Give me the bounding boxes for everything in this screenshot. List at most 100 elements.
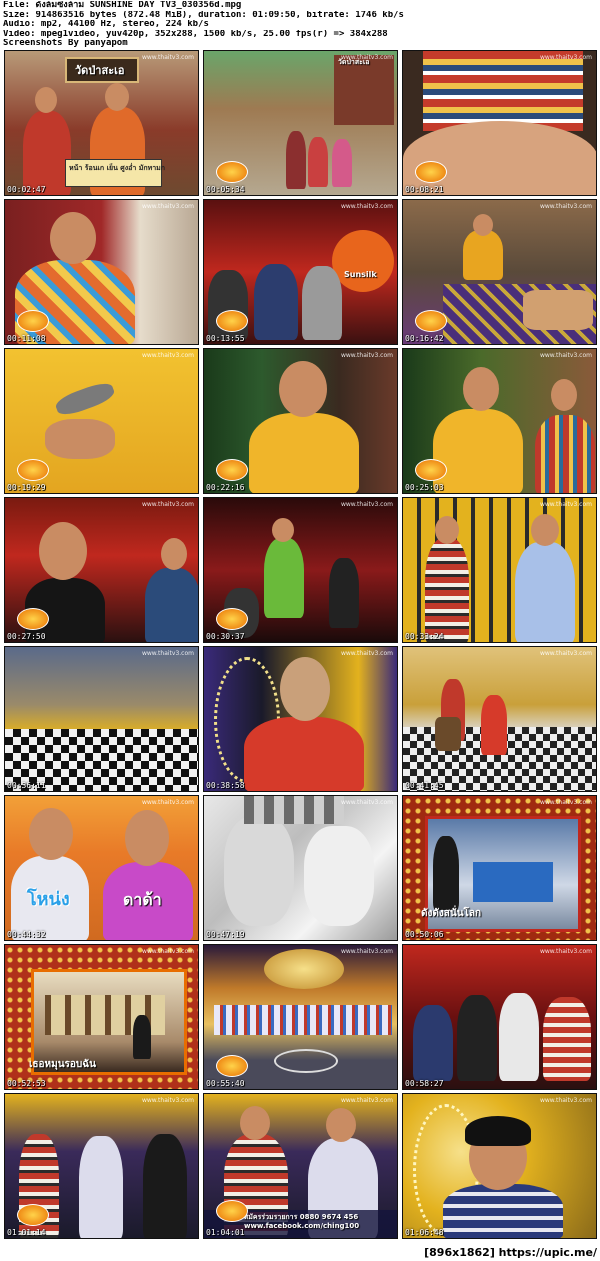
thumbnail[interactable]: www.thaitv3.com 00:33:24 [402,497,597,643]
sunshine-badge [17,608,49,630]
timestamp: 00:44:32 [7,930,46,939]
thumbnail[interactable]: www.thaitv3.com 00:22:16 [203,348,398,494]
sunshine-badge [415,310,447,332]
timestamp: 00:11:08 [7,334,46,343]
channel-logo: www.thaitv3.com [141,501,194,508]
channel-logo: www.thaitv3.com [539,501,592,508]
sunshine-badge [216,310,248,332]
channel-logo: www.thaitv3.com [340,799,393,806]
channel-logo: www.thaitv3.com [539,203,592,210]
timestamp: 01:04:01 [206,1228,245,1237]
facebook-caption: www.facebook.com/ching100 [244,1222,360,1230]
temple-sign: วัดป่าสะเอ [75,64,125,77]
sunshine-badge [415,161,447,183]
timestamp: 00:19:29 [7,483,46,492]
timestamp: 00:33:24 [405,632,444,641]
sunshine-badge [17,459,49,481]
thumbnail[interactable]: www.thaitv3.com 00:38:58 [203,646,398,792]
thumbnail[interactable]: www.thaitv3.com 00:25:03 [402,348,597,494]
name-caption: โหน่ง [27,889,70,910]
sunshine-badge [415,459,447,481]
thumbnail[interactable]: www.thaitv3.com 00:08:21 [402,50,597,196]
channel-logo: www.thaitv3.com [141,203,194,210]
thumbnail[interactable]: วัดป่าสะเอ www.thaitv3.com 00:05:34 [203,50,398,196]
thumbnail[interactable]: สมัครร่วมรายการ 0880 9674 456 www.facebo… [203,1093,398,1239]
name-caption: ดาด้า [123,890,162,909]
timestamp: 00:22:16 [206,483,245,492]
thumbnail[interactable]: โหน่ง ดาด้า www.thaitv3.com 00:44:32 [4,795,199,941]
channel-logo: www.thaitv3.com [141,1097,194,1104]
timestamp: 01:01:14 [7,1228,46,1237]
channel-logo: www.thaitv3.com [340,203,393,210]
thumbnail[interactable]: Sunsilk www.thaitv3.com 00:13:55 [203,199,398,345]
audio-info-line: Audio: mp2, 44100 Hz, stereo, 224 kb/s [3,20,209,30]
timestamp: 00:50:06 [405,930,444,939]
sunshine-badge [17,310,49,332]
timestamp: 00:13:55 [206,334,245,343]
timestamp: 01:06:48 [405,1228,444,1237]
timestamp: 00:47:19 [206,930,245,939]
sunshine-badge [216,608,248,630]
channel-logo: www.thaitv3.com [141,352,194,359]
sunshine-badge [216,161,248,183]
thumbnail[interactable]: วัดป่าสะเอ หน้า ร้อนเก เย็น ศูงอ่ำ มักทา… [4,50,199,196]
channel-logo: www.thaitv3.com [141,54,194,61]
video-info-line: Video: mpeg1video, yuv420p, 352x288, 150… [3,29,388,39]
timestamp: 00:41:45 [405,781,444,790]
channel-logo: www.thaitv3.com [340,54,393,61]
thumbnail[interactable]: www.thaitv3.com 00:19:29 [4,348,199,494]
channel-logo: www.thaitv3.com [141,799,194,806]
thumbnail[interactable]: www.thaitv3.com 00:58:27 [402,944,597,1090]
channel-logo: www.thaitv3.com [539,799,592,806]
timestamp: 00:30:37 [206,632,245,641]
thumbnail[interactable]: ดังดังสนั่นโลก www.thaitv3.com 00:50:06 [402,795,597,941]
sunshine-badge [17,1204,49,1226]
timestamp: 00:27:50 [7,632,46,641]
thumbnail[interactable]: www.thaitv3.com 00:36:11 [4,646,199,792]
thumbnail[interactable]: www.thaitv3.com 00:41:45 [402,646,597,792]
channel-logo: www.thaitv3.com [340,948,393,955]
channel-logo: www.thaitv3.com [340,352,393,359]
channel-logo: www.thaitv3.com [539,948,592,955]
channel-logo: www.thaitv3.com [340,501,393,508]
channel-logo: www.thaitv3.com [340,1097,393,1104]
timestamp: 00:25:03 [405,483,444,492]
file-size-line: Size: 914863516 bytes (872.48 MiB), dura… [3,10,404,20]
thumbnail[interactable]: www.thaitv3.com 00:11:08 [4,199,199,345]
channel-logo: www.thaitv3.com [539,352,592,359]
credit-line: Screenshots By panyapom [3,39,128,49]
timestamp: 00:52:53 [7,1079,46,1088]
timestamp: 00:58:27 [405,1079,444,1088]
thumbnail-grid: วัดป่าสะเอ หน้า ร้อนเก เย็น ศูงอ่ำ มักทา… [4,50,598,1239]
channel-logo: www.thaitv3.com [539,1097,592,1104]
thumbnail[interactable]: www.thaitv3.com 00:27:50 [4,497,199,643]
timestamp: 00:16:42 [405,334,444,343]
upload-watermark: [896x1862] https://upic.me/ [424,1246,597,1259]
timestamp: 00:02:47 [7,185,46,194]
timestamp: 00:05:34 [206,185,245,194]
channel-logo: www.thaitv3.com [539,54,592,61]
channel-logo: www.thaitv3.com [141,948,194,955]
channel-logo: www.thaitv3.com [340,650,393,657]
timestamp: 00:36:11 [7,781,46,790]
sunshine-badge [216,459,248,481]
thumbnail[interactable]: www.thaitv3.com 01:01:14 [4,1093,199,1239]
timestamp: 00:08:21 [405,185,444,194]
song-caption: ดังดังสนั่นโลก [421,908,482,919]
sunsilk-logo: Sunsilk [344,270,377,279]
song-caption: เธอหมุนรอบฉัน [29,1059,96,1070]
file-name-line: File: ดังล้มซึงล้าม SUNSHINE DAY TV3_030… [3,1,242,10]
thumbnail[interactable]: www.thaitv3.com 00:47:19 [203,795,398,941]
thumbnail[interactable]: www.thaitv3.com 00:55:40 [203,944,398,1090]
timestamp: 00:55:40 [206,1079,245,1088]
held-sign: หน้า ร้อนเก เย็น ศูงอ่ำ มักทามก [69,164,165,172]
thumbnail[interactable]: เธอหมุนรอบฉัน www.thaitv3.com 00:52:53 [4,944,199,1090]
sunshine-badge [216,1200,248,1222]
file-info-header: File: ดังล้มซึงล้าม SUNSHINE DAY TV3_030… [3,1,597,49]
timestamp: 00:38:58 [206,781,245,790]
thumbnail[interactable]: www.thaitv3.com 01:06:48 [402,1093,597,1239]
channel-logo: www.thaitv3.com [141,650,194,657]
thumbnail[interactable]: www.thaitv3.com 00:16:42 [402,199,597,345]
thumbnail[interactable]: www.thaitv3.com 00:30:37 [203,497,398,643]
channel-logo: www.thaitv3.com [539,650,592,657]
